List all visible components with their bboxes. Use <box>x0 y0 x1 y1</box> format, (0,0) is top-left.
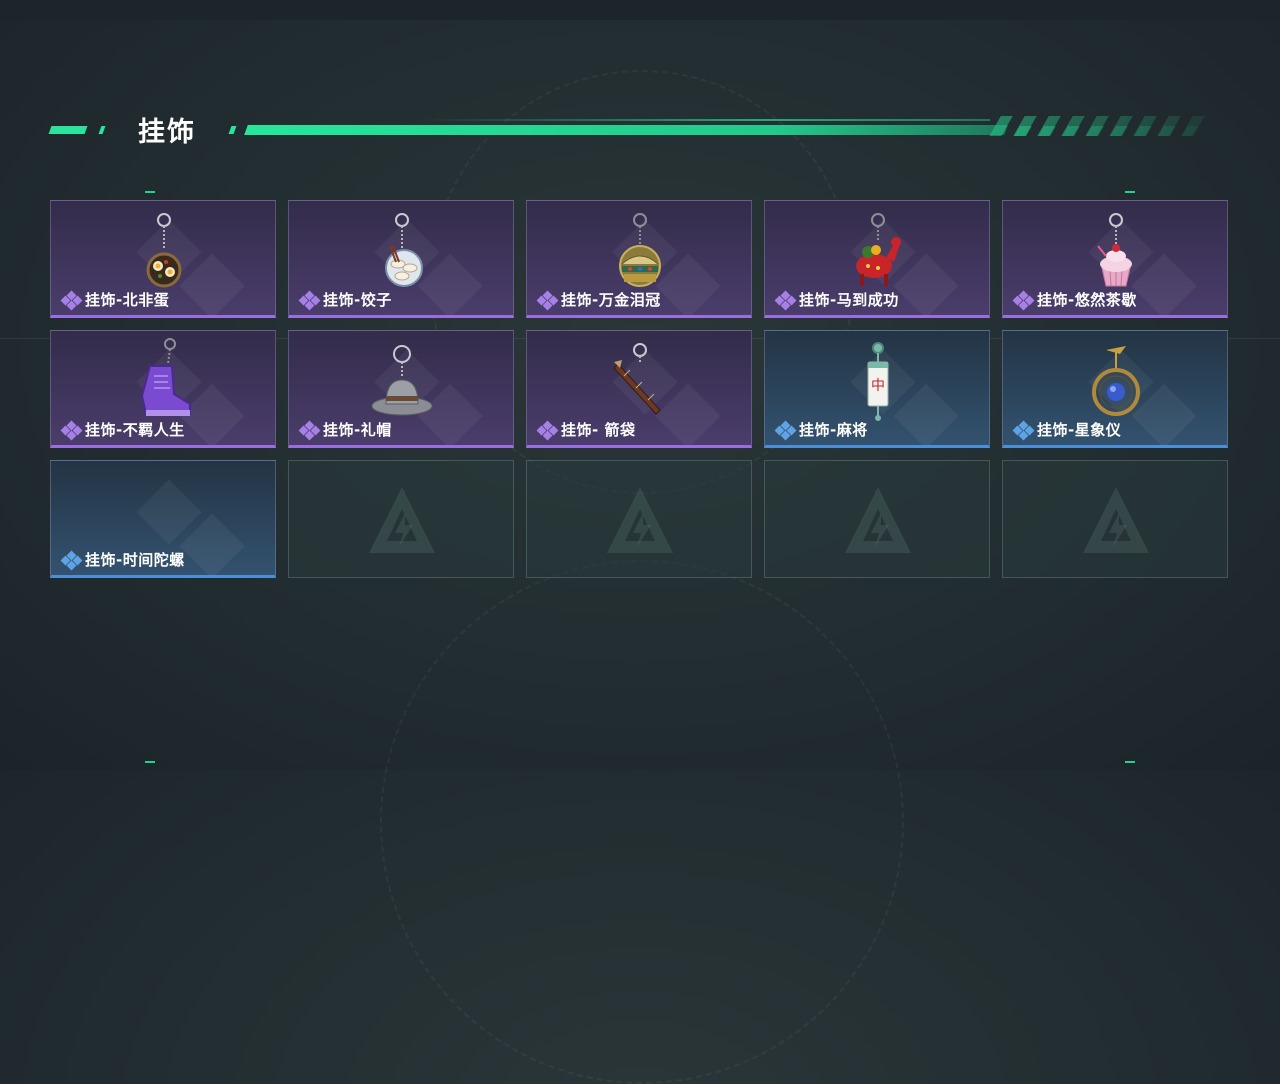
charm-card-dumpling[interactable]: 挂饰-饺子 <box>288 200 514 318</box>
shakshuka-charm-icon <box>146 213 182 288</box>
charm-name: 挂饰-礼帽 <box>323 421 392 439</box>
placeholder-logo-icon <box>845 487 911 553</box>
header-thin-line <box>420 119 990 121</box>
mahjong-tile-charm-icon: 中 <box>867 342 889 421</box>
charm-name: 挂饰-麻将 <box>799 421 868 439</box>
charm-name: 挂饰-星象仪 <box>1037 421 1122 439</box>
charm-card-shakshuka[interactable]: 挂饰-北非蛋 <box>50 200 276 318</box>
dumpling-charm-icon <box>385 213 423 287</box>
rarity-gem-icon <box>536 290 559 310</box>
header-accent-bar <box>228 126 237 134</box>
header-accent-bar <box>48 126 88 134</box>
fedora-charm-icon <box>371 345 433 416</box>
section-title: 挂饰 <box>138 117 196 148</box>
charm-label: 挂饰-饺子 <box>298 289 392 310</box>
placeholder-logo-icon <box>369 487 435 553</box>
charm-label: 挂饰-马到成功 <box>774 289 899 310</box>
empty-slot[interactable] <box>1002 460 1228 578</box>
charm-card-astrolabe[interactable]: 挂饰-星象仪 <box>1002 330 1228 448</box>
section-header: 挂饰 <box>0 108 1280 148</box>
charm-card-jeweled-crown[interactable]: 挂饰-万金泪冠 <box>526 200 752 318</box>
charm-card-mahjong[interactable]: 中 挂饰-麻将 <box>764 330 990 448</box>
placeholder-logo-icon <box>1083 487 1149 553</box>
charm-label: 挂饰-礼帽 <box>298 419 392 440</box>
charm-card-fedora[interactable]: 挂饰-礼帽 <box>288 330 514 448</box>
charm-label: 挂饰-北非蛋 <box>60 289 170 310</box>
rarity-gem-icon <box>536 420 559 440</box>
charm-name: 挂饰-饺子 <box>323 291 392 309</box>
background-ring <box>380 560 904 1084</box>
charm-name: 挂饰-时间陀螺 <box>85 551 185 569</box>
charm-card-red-horse[interactable]: 挂饰-马到成功 <box>764 200 990 318</box>
rarity-gem-icon <box>60 550 83 570</box>
empty-slot[interactable] <box>526 460 752 578</box>
charm-name: 挂饰-北非蛋 <box>85 291 170 309</box>
charm-card-quiver[interactable]: 挂饰- 箭袋 <box>526 330 752 448</box>
charm-label: 挂饰-麻将 <box>774 419 868 440</box>
corner-tick <box>145 191 155 193</box>
rarity-gem-icon <box>774 290 797 310</box>
charm-label: 挂饰-时间陀螺 <box>60 549 185 570</box>
cupcake-charm-icon <box>1097 213 1132 287</box>
header-accent-line <box>244 125 1008 135</box>
astrolabe-charm-icon <box>1092 346 1140 416</box>
empty-slot[interactable] <box>764 460 990 578</box>
charm-name: 挂饰-悠然茶歇 <box>1037 291 1137 309</box>
charm-name: 挂饰- 箭袋 <box>561 421 636 439</box>
charm-card-cupcake[interactable]: 挂饰-悠然茶歇 <box>1002 200 1228 318</box>
top-bar <box>0 0 1280 20</box>
charm-label: 挂饰- 箭袋 <box>536 419 636 440</box>
header-checker-pattern <box>1002 126 1198 136</box>
corner-tick <box>1125 191 1135 193</box>
charm-name: 挂饰-不羁人生 <box>85 421 185 439</box>
svg-text:中: 中 <box>871 378 885 394</box>
charm-label: 挂饰-万金泪冠 <box>536 289 661 310</box>
charm-name: 挂饰-马到成功 <box>799 291 899 309</box>
charm-label: 挂饰-不羁人生 <box>60 419 185 440</box>
rarity-gem-icon <box>298 290 321 310</box>
rarity-gem-icon <box>1012 290 1035 310</box>
rarity-gem-icon <box>60 290 83 310</box>
corner-tick <box>1125 761 1135 763</box>
jeweled-crown-charm-icon <box>619 213 661 287</box>
red-horse-charm-icon <box>856 213 901 286</box>
charm-label: 挂饰-悠然茶歇 <box>1012 289 1137 310</box>
sneaker-charm-icon <box>140 338 191 416</box>
charm-card-sneaker[interactable]: 挂饰-不羁人生 <box>50 330 276 448</box>
quiver-charm-icon <box>613 343 661 415</box>
corner-tick <box>145 761 155 763</box>
placeholder-logo-icon <box>607 487 673 553</box>
header-accent-bar <box>98 126 106 134</box>
rarity-gem-icon <box>298 420 321 440</box>
charm-label: 挂饰-星象仪 <box>1012 419 1122 440</box>
charm-card-spinning-top[interactable]: 挂饰-时间陀螺 <box>50 460 276 578</box>
charm-name: 挂饰-万金泪冠 <box>561 291 661 309</box>
rarity-gem-icon <box>774 420 797 440</box>
rarity-gem-icon <box>60 420 83 440</box>
empty-slot[interactable] <box>288 460 514 578</box>
rarity-gem-icon <box>1012 420 1035 440</box>
